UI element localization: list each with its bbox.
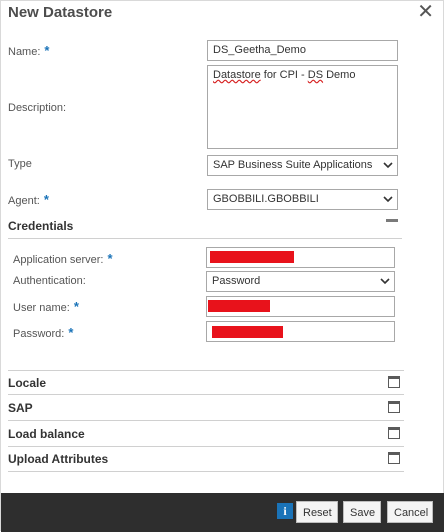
dialog-footer: i Reset Save Cancel [1,493,444,532]
chevron-down-icon [383,160,393,170]
application-server-label-text: Application server: [13,254,104,266]
cancel-button[interactable]: Cancel [387,501,433,523]
agent-label-text: Agent: [8,195,40,207]
agent-select-value: GBOBBILI.GBOBBILI [213,193,319,205]
description-label: Description: [8,102,67,114]
save-button[interactable]: Save [343,501,381,523]
authentication-label: Authentication: [13,275,86,287]
section-upload-attributes-title: Upload Attributes [8,452,109,466]
description-text: for CPI - [260,69,308,81]
section-sap-title: SAP [8,401,33,415]
credentials-divider [8,238,402,239]
close-icon[interactable]: ✕ [417,2,434,22]
user-name-label-text: User name: [13,302,70,314]
required-marker: * [107,251,113,266]
name-label-text: Name: [8,46,41,58]
application-server-input[interactable] [206,247,395,268]
name-label: Name: * [8,43,49,58]
collapse-icon[interactable] [386,219,398,222]
authentication-select-value: Password [212,275,261,287]
required-marker: * [68,325,74,340]
password-label-text: Password: [13,328,65,340]
type-select-value: SAP Business Suite Applications [213,159,373,171]
agent-label: Agent: * [8,192,49,207]
agent-select[interactable]: GBOBBILI.GBOBBILI [207,189,398,210]
description-text: Datastore [213,69,261,81]
dialog-title-bar: New Datastore ✕ [1,1,443,31]
description-textarea[interactable]: Datastore for CPI - DS Demo [207,65,398,149]
redaction-mark [208,300,270,312]
section-load-balance[interactable]: Load balance [8,422,404,447]
expand-box-icon[interactable] [388,401,400,413]
description-text: DS [307,69,324,81]
expand-box-icon[interactable] [388,427,400,439]
redaction-mark [212,326,283,338]
required-marker: * [44,43,50,58]
application-server-label: Application server: * [13,251,113,266]
description-text: Demo [323,69,356,81]
new-datastore-dialog: New Datastore ✕ Name: * DS_Geetha_Demo De… [0,0,444,532]
section-sap[interactable]: SAP [8,396,404,421]
required-marker: * [43,192,49,207]
user-name-label: User name: * [13,299,79,314]
section-upload-attributes[interactable]: Upload Attributes [8,447,404,472]
section-locale-title: Locale [8,376,47,390]
password-label: Password: * [13,325,73,340]
reset-button[interactable]: Reset [296,501,338,523]
type-select[interactable]: SAP Business Suite Applications [207,155,398,176]
user-name-input[interactable] [206,296,395,317]
info-icon[interactable]: i [277,503,293,519]
password-input[interactable] [206,321,395,342]
chevron-down-icon [383,194,393,204]
chevron-down-icon [380,276,390,286]
credentials-section-title: Credentials [8,219,74,233]
type-label: Type [8,158,32,170]
expand-box-icon[interactable] [388,376,400,388]
name-input[interactable]: DS_Geetha_Demo [207,40,398,61]
section-locale[interactable]: Locale [8,370,404,395]
expand-box-icon[interactable] [388,452,400,464]
dialog-title: New Datastore [8,4,113,21]
redaction-mark [210,251,294,263]
required-marker: * [73,299,79,314]
authentication-select[interactable]: Password [206,271,395,292]
section-load-balance-title: Load balance [8,427,85,441]
